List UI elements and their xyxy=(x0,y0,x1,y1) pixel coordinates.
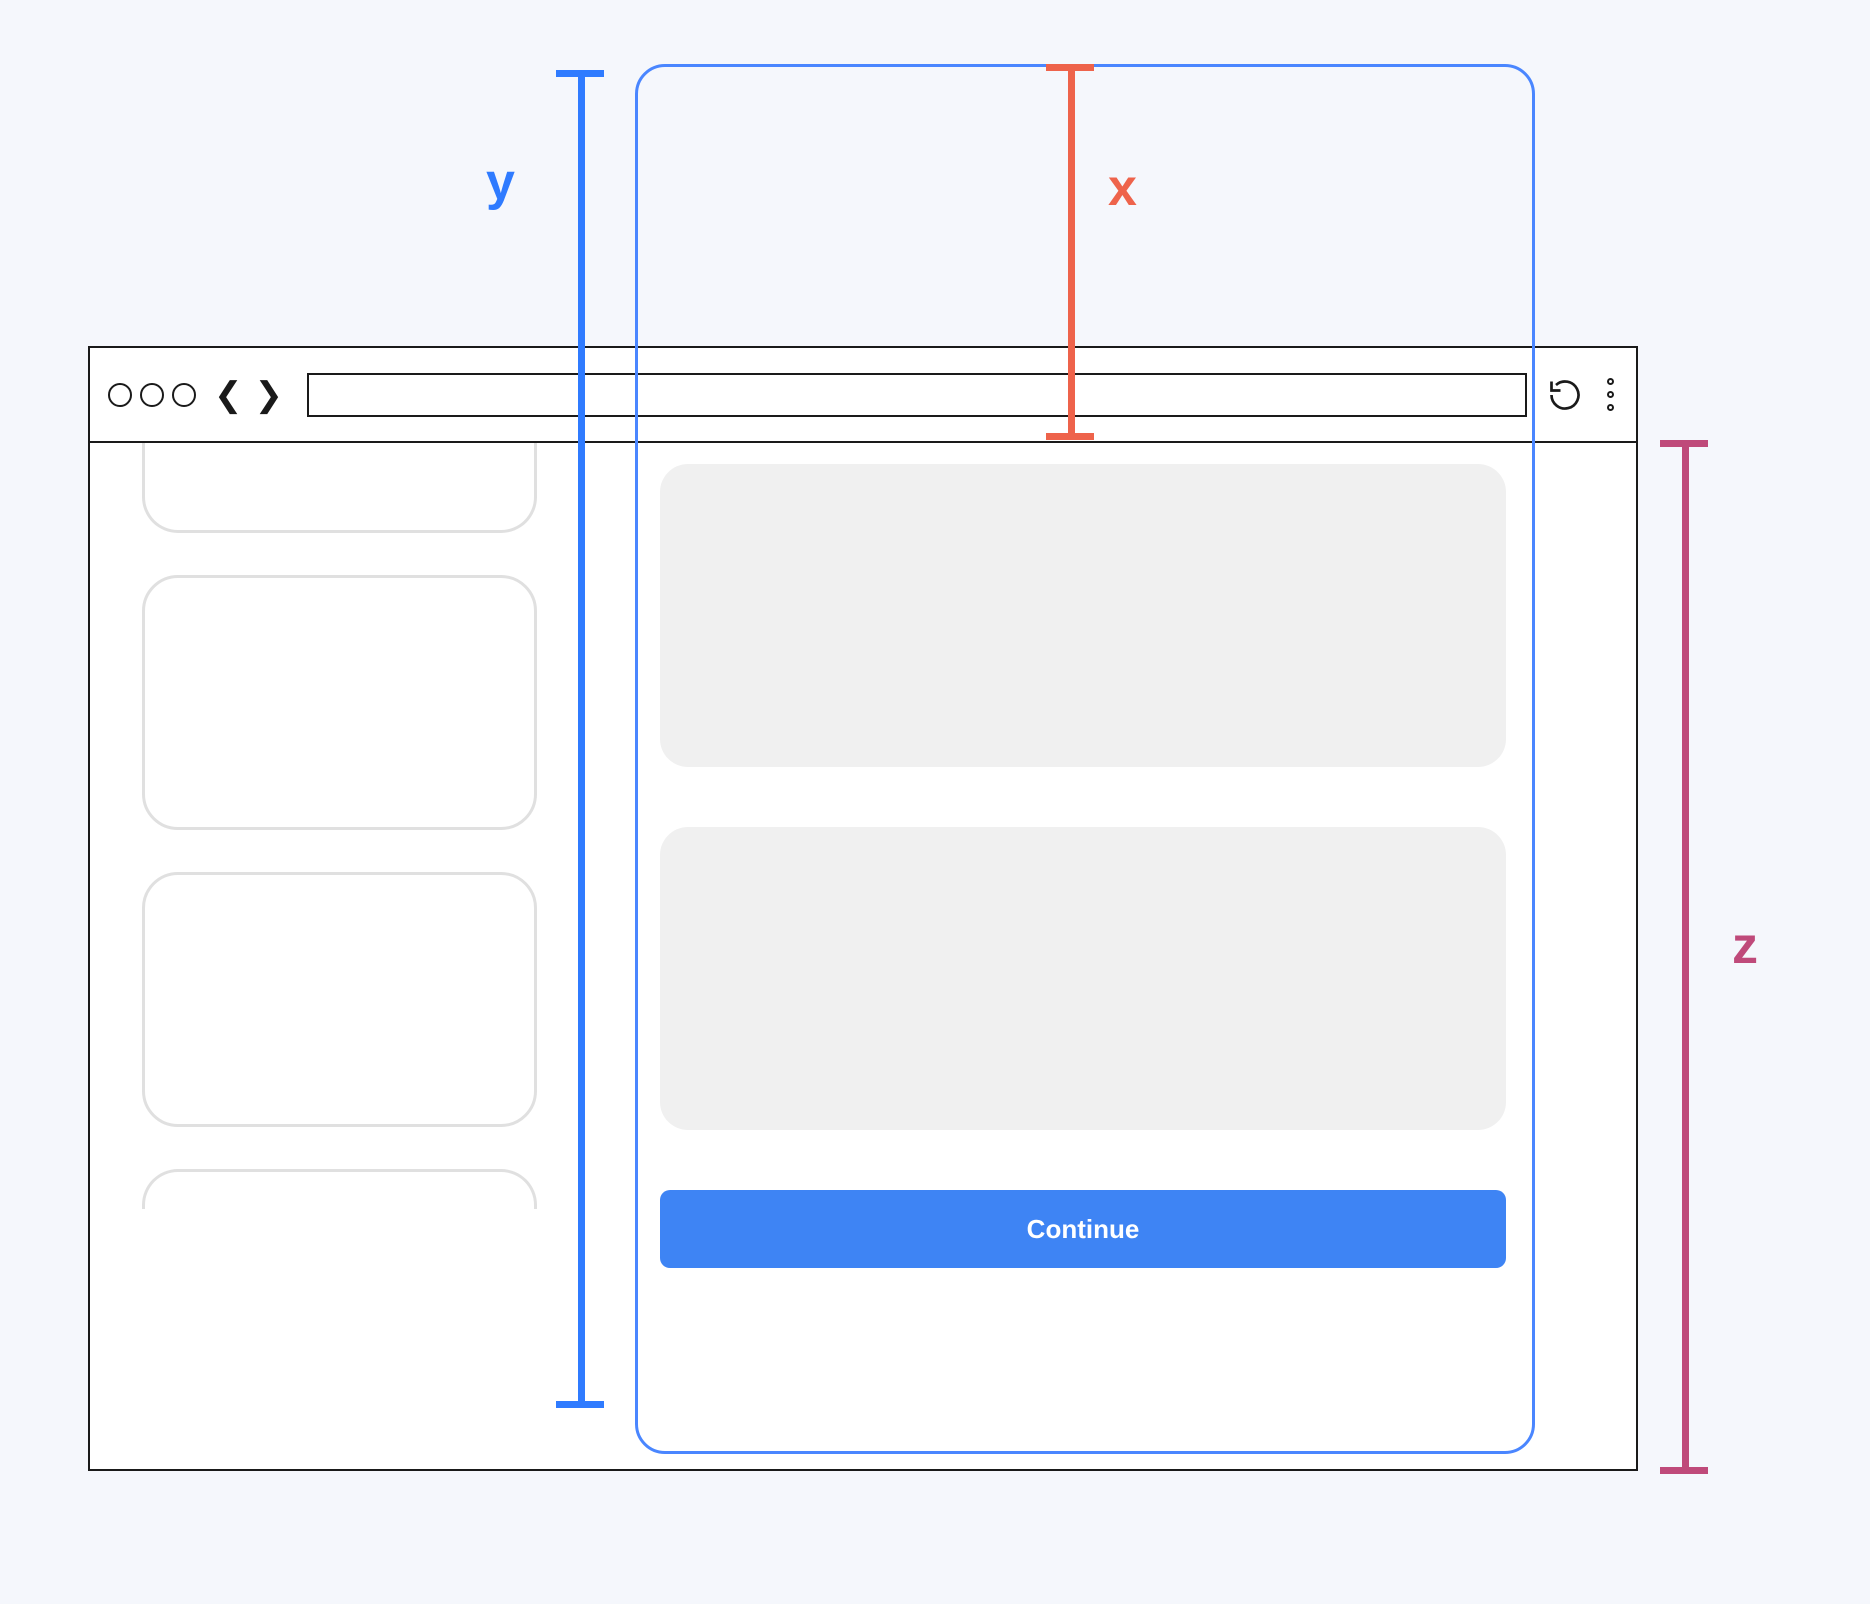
x-dimension-bracket xyxy=(1046,64,1094,440)
y-label: y xyxy=(486,152,515,212)
window-control-dot[interactable] xyxy=(140,383,164,407)
continue-button[interactable]: Continue xyxy=(660,1190,1506,1268)
skeleton-block xyxy=(660,827,1506,1130)
window-control-dot[interactable] xyxy=(108,383,132,407)
thumbnail-card xyxy=(142,872,537,1127)
thumbnail-card xyxy=(142,575,537,830)
forward-icon[interactable]: ❯ xyxy=(255,378,290,412)
overflow-menu[interactable] xyxy=(1603,378,1618,411)
window-control-dot[interactable] xyxy=(172,383,196,407)
z-label: z xyxy=(1732,916,1758,976)
back-icon[interactable]: ❮ xyxy=(214,378,249,412)
thumbnail-card xyxy=(142,443,537,533)
skeleton-block xyxy=(660,464,1506,767)
z-dimension-bracket xyxy=(1660,440,1708,1474)
x-label: x xyxy=(1108,158,1137,218)
sidebar-thumbnails xyxy=(142,443,537,1209)
window-controls[interactable] xyxy=(108,383,196,407)
reload-button[interactable] xyxy=(1545,375,1585,415)
reload-icon xyxy=(1547,377,1583,413)
thumbnail-card xyxy=(142,1169,537,1209)
dot-icon xyxy=(1607,378,1614,385)
dot-icon xyxy=(1607,391,1614,398)
overlay-panel-content: Continue xyxy=(660,464,1506,1268)
nav-arrows: ❮ ❯ xyxy=(214,378,289,412)
y-dimension-bracket xyxy=(556,70,604,1408)
dot-icon xyxy=(1607,404,1614,411)
